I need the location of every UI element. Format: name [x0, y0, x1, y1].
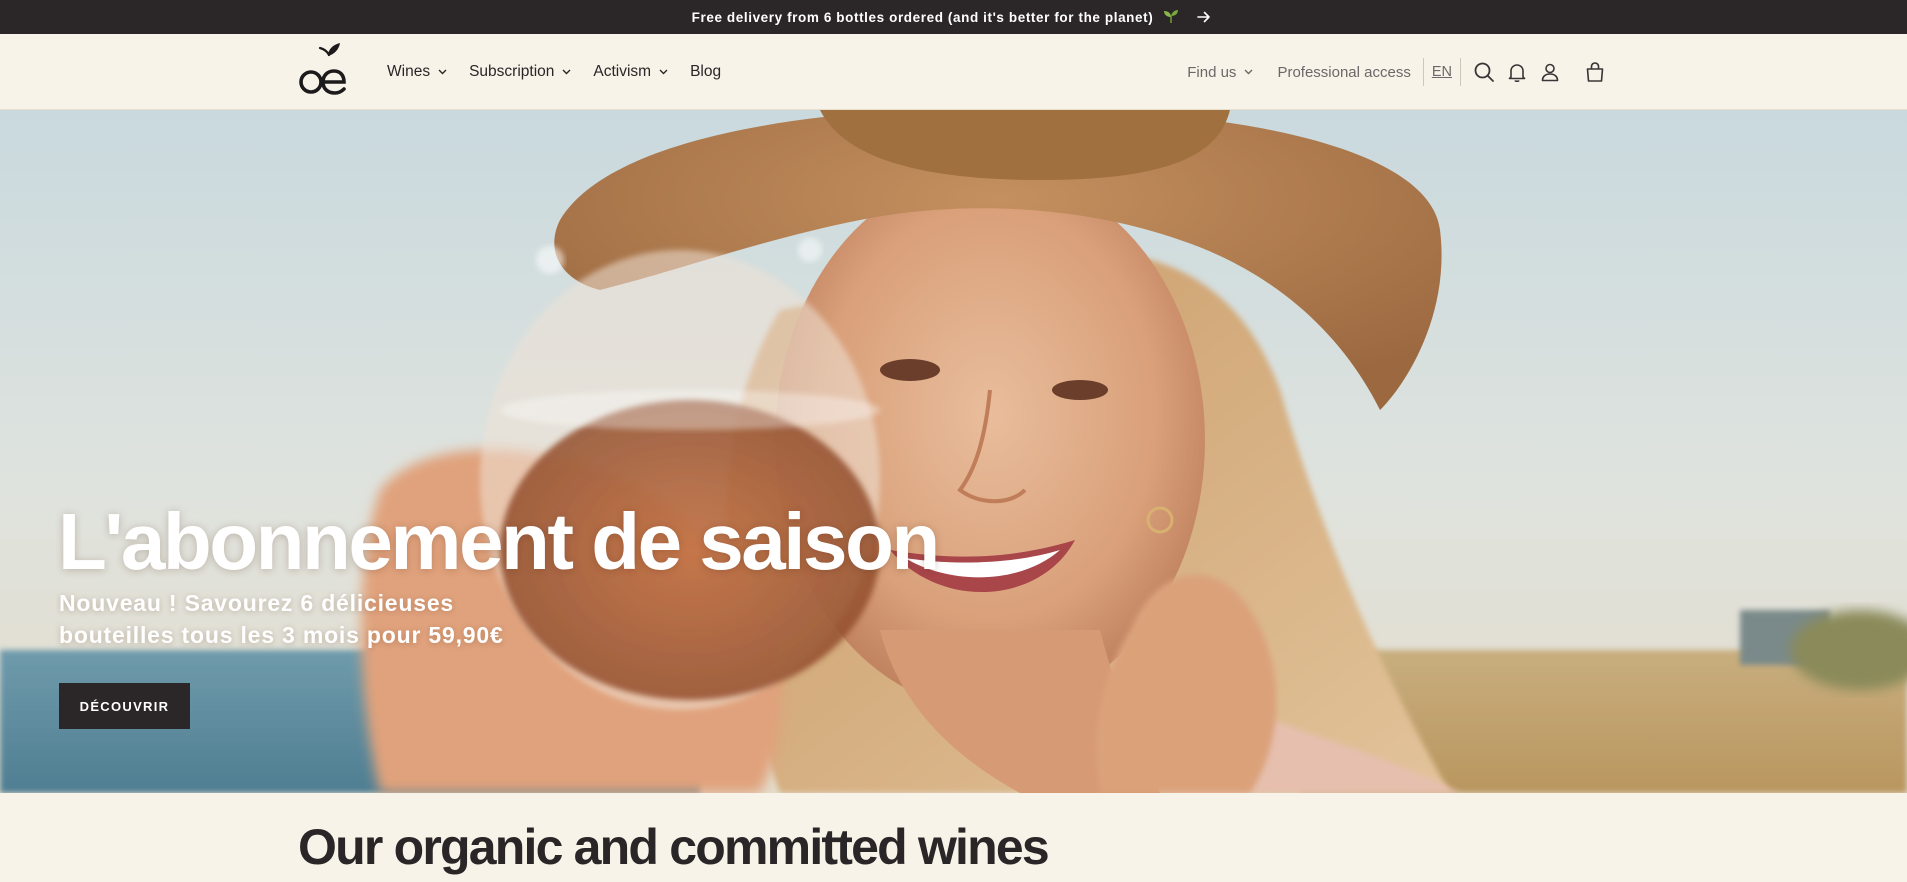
cart-icon[interactable]: [1578, 55, 1611, 89]
announcement-bar: Free delivery from 6 bottles ordered (an…: [0, 0, 1907, 34]
language-selector[interactable]: EN: [1424, 64, 1460, 80]
utility-nav: Find us Professional access EN: [1187, 34, 1611, 110]
hero-subtitle-line: Nouveau ! Savourez 6 délicieuses: [59, 590, 455, 616]
professional-access-link[interactable]: Professional access: [1277, 64, 1410, 81]
hero-subtitle-line: bouteilles tous les 3 mois pour 59,90€: [59, 622, 504, 648]
hero-title: L'abonnement de saison: [58, 497, 940, 586]
divider: [1460, 58, 1461, 86]
main-nav: Wines Subscription Activism Blog: [387, 34, 721, 110]
bell-icon[interactable]: [1500, 55, 1533, 89]
arrow-right-icon[interactable]: [1193, 10, 1215, 24]
professional-access-label: Professional access: [1277, 63, 1411, 81]
hero-image: [0, 110, 1907, 793]
hero-banner: L'abonnement de saison Nouveau ! Savoure…: [0, 110, 1907, 793]
nav-item-label: Activism: [593, 63, 652, 80]
nav-item-activism[interactable]: Activism: [593, 63, 668, 81]
discover-button[interactable]: DÉCOUVRIR: [59, 683, 190, 729]
nav-item-blog[interactable]: Blog: [690, 63, 721, 81]
announcement-text: Free delivery from 6 bottles ordered (an…: [691, 9, 1154, 25]
section-title: Our organic and committed wines: [298, 819, 1050, 875]
brand-logo[interactable]: [298, 42, 348, 98]
nav-item-subscription[interactable]: Subscription: [469, 63, 571, 81]
chevron-down-icon: [562, 69, 571, 75]
site-header: Wines Subscription Activism Blog Find us…: [0, 34, 1907, 110]
sprout-icon: [1163, 9, 1179, 26]
nav-item-label: Wines: [387, 63, 431, 80]
search-icon[interactable]: [1467, 55, 1500, 89]
chevron-down-icon: [438, 69, 447, 75]
find-us-dropdown[interactable]: Find us: [1187, 64, 1253, 81]
nav-item-label: Blog: [690, 63, 722, 80]
account-icon[interactable]: [1533, 55, 1566, 89]
chevron-down-icon: [659, 69, 668, 75]
nav-item-wines[interactable]: Wines: [387, 63, 447, 81]
find-us-label: Find us: [1187, 63, 1237, 81]
nav-item-label: Subscription: [469, 63, 555, 80]
hero-subtitle: Nouveau ! Savourez 6 délicieuses bouteil…: [59, 587, 529, 651]
chevron-down-icon: [1244, 69, 1253, 75]
